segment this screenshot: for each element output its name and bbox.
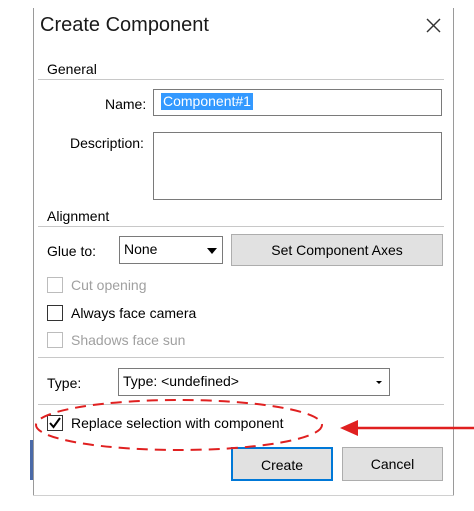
annotation-ellipse [35,399,323,451]
annotation-overlay [35,399,474,451]
arrow-left-icon [340,420,358,436]
